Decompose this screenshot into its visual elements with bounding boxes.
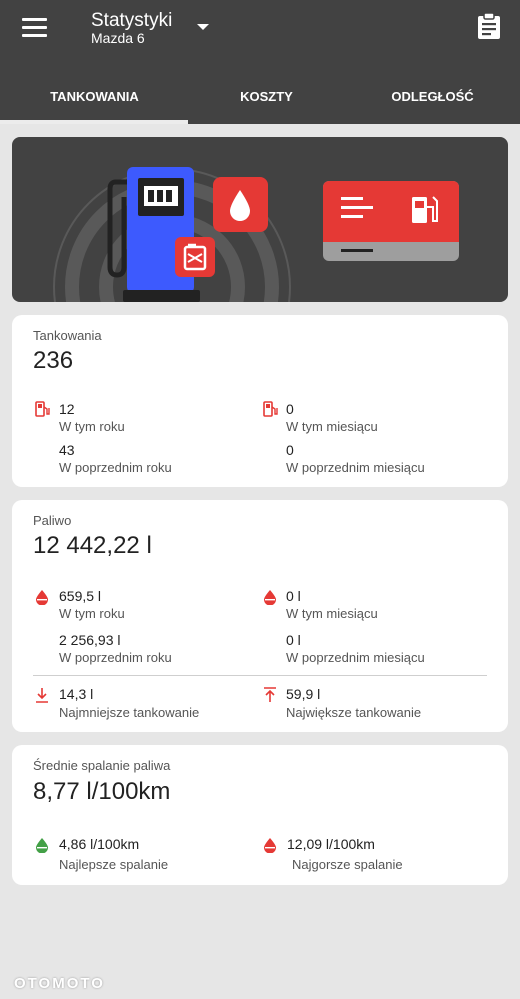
- refuels-prev-month-value: 0: [286, 442, 294, 458]
- best-consumption-label: Najlepsze spalanie: [59, 857, 169, 872]
- fuel-this-month-value: 0 l: [286, 588, 301, 604]
- fuel-drop-icon: [36, 590, 48, 605]
- refuels-card: Tankowania 236 12 W tym roku 0 W tym mie…: [12, 315, 508, 487]
- app-bar: Statystyki Mazda 6 TANKOWANIA KOSZTY ODL…: [0, 0, 520, 124]
- fuel-prev-year-label: W poprzednim roku: [59, 650, 172, 665]
- vehicle-name: Mazda 6: [91, 30, 145, 46]
- min-refuel-value: 14,3 l: [59, 686, 94, 702]
- refuels-prev-month-label: W poprzednim miesiącu: [286, 460, 425, 475]
- fuel-total: 12 442,22 l: [33, 532, 152, 559]
- tab-costs[interactable]: KOSZTY: [180, 80, 353, 124]
- chevron-down-icon[interactable]: [197, 24, 209, 30]
- max-refuel-label: Największe tankowanie: [286, 705, 422, 720]
- fuel-card: Paliwo 12 442,22 l 659,5 l W tym roku 0 …: [12, 500, 508, 732]
- tab-distance[interactable]: ODLEGŁOŚĆ: [346, 80, 519, 124]
- tab-bar: TANKOWANIA KOSZTY ODLEGŁOŚĆ: [0, 80, 520, 124]
- divider: [33, 675, 487, 676]
- worst-consumption-value: 12,09 l/100km: [287, 836, 375, 852]
- hamburger-menu-icon[interactable]: [22, 16, 50, 38]
- fuel-illustration-banner: [12, 137, 508, 302]
- tab-refuels[interactable]: TANKOWANIA: [8, 80, 181, 124]
- consumption-average: 8,77 l/100km: [33, 778, 171, 805]
- clipboard-icon[interactable]: [476, 12, 502, 40]
- arrow-up-icon: [264, 687, 276, 702]
- consumption-card: Średnie spalanie paliwa 8,77 l/100km 4,8…: [12, 745, 508, 885]
- page-title: Statystyki: [91, 10, 173, 31]
- gas-station-illustration: [53, 167, 459, 302]
- title-selector[interactable]: Statystyki Mazda 6: [91, 11, 172, 45]
- refuels-this-year-value: 12: [59, 401, 75, 417]
- refuels-this-month-value: 0: [286, 401, 294, 417]
- arrow-down-icon: [36, 688, 48, 703]
- red-drop-icon: [264, 838, 276, 853]
- fuel-drop-icon: [264, 590, 276, 605]
- consumption-label: Średnie spalanie paliwa: [33, 758, 171, 773]
- active-tab-indicator: [0, 120, 188, 124]
- fuel-label: Paliwo: [33, 513, 72, 528]
- fuel-this-year-label: W tym roku: [59, 606, 125, 621]
- green-drop-icon: [36, 838, 48, 853]
- fuel-this-year-value: 659,5 l: [59, 588, 102, 604]
- refuels-this-year-label: W tym roku: [59, 419, 125, 434]
- best-consumption-value: 4,86 l/100km: [59, 836, 140, 852]
- fuel-pump-icon: [35, 401, 50, 417]
- refuels-prev-year-value: 43: [59, 442, 75, 458]
- refuels-prev-year-label: W poprzednim roku: [59, 460, 172, 475]
- max-refuel-value: 59,9 l: [286, 686, 321, 702]
- fuel-pump-icon: [263, 401, 278, 417]
- fuel-prev-month-value: 0 l: [286, 632, 301, 648]
- fuel-prev-year-value: 2 256,93 l: [59, 632, 121, 648]
- refuels-total: 236: [33, 347, 74, 374]
- refuels-label: Tankowania: [33, 328, 102, 343]
- refuels-this-month-label: W tym miesiącu: [286, 419, 378, 434]
- min-refuel-label: Najmniejsze tankowanie: [59, 705, 200, 720]
- fuel-this-month-label: W tym miesiącu: [286, 606, 378, 621]
- fuel-prev-month-label: W poprzednim miesiącu: [286, 650, 425, 665]
- worst-consumption-label: Najgorsze spalanie: [292, 857, 403, 872]
- otomoto-watermark: OTOMOTO: [14, 975, 105, 992]
